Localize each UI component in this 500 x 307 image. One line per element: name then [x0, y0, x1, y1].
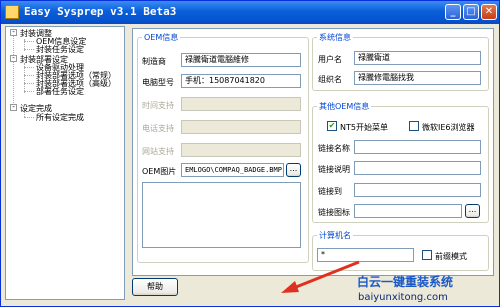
link-description-label: 链接说明 [318, 165, 350, 174]
help-button[interactable]: 帮助 [132, 278, 178, 296]
support-website-label: 网站支持 [142, 147, 174, 156]
username-field[interactable]: 禄騰衛道 [354, 51, 481, 65]
support-phone-field [181, 120, 301, 134]
system-legend: 系统信息 [317, 32, 353, 43]
link-icon-field[interactable] [354, 204, 462, 218]
ie6-browser-label: 微软IE6浏览器 [422, 123, 475, 132]
oem-image-browse-button[interactable]: ... [286, 163, 301, 177]
organization-label: 组织名 [318, 75, 342, 84]
manufacturer-label: 制造商 [142, 57, 166, 66]
support-website-field [181, 143, 301, 157]
model-field[interactable]: 手机：15087041820 [181, 74, 301, 88]
tree-item-deploy-tasks[interactable]: 部署任务设定 [36, 87, 84, 96]
main-window: Easy Sysprep v3.1 Beta3 _ □ ✕ - - - 封装调整… [0, 0, 500, 307]
support-phone-label: 电话支持 [142, 124, 174, 133]
link-target-field[interactable] [354, 183, 481, 197]
settings-panel: OEM信息 制造商 禄騰衛道電腦維修 电脑型号 手机：15087041820 时… [132, 28, 494, 276]
link-icon-browse-button[interactable]: ... [465, 204, 480, 218]
tree-item-all-done[interactable]: 所有设定完成 [36, 113, 84, 122]
title-bar[interactable]: Easy Sysprep v3.1 Beta3 _ □ ✕ [1, 1, 499, 24]
ie6-browser-checkbox[interactable] [409, 121, 419, 131]
app-icon [5, 5, 19, 19]
tree-collapse-icon[interactable]: - [10, 104, 17, 111]
tree-collapse-icon[interactable]: - [10, 55, 17, 62]
nt5-start-menu-checkbox[interactable]: ✔ [327, 121, 337, 131]
oem-image-preview [142, 182, 301, 248]
link-icon-label: 链接图标 [318, 208, 350, 217]
support-hours-label: 时间支持 [142, 101, 174, 110]
annotation-arrow-icon [281, 260, 360, 293]
oem-legend: OEM信息 [142, 32, 181, 43]
link-description-field[interactable] [354, 161, 481, 175]
username-label: 用户名 [318, 55, 342, 64]
minimize-button[interactable]: _ [445, 4, 461, 20]
manufacturer-field[interactable]: 禄騰衛道電腦維修 [181, 53, 301, 67]
watermark-title: 白云一键重装系统 [357, 275, 454, 289]
oem-image-path-field[interactable]: EMLOGO\COMPAQ_BADGE.BMP [181, 163, 284, 177]
close-button[interactable]: ✕ [481, 4, 497, 20]
support-hours-field [181, 97, 301, 111]
maximize-button[interactable]: □ [463, 4, 479, 20]
prefix-mode-checkbox[interactable] [422, 250, 432, 260]
link-name-label: 链接名称 [318, 144, 350, 153]
tree-item-package-tasks[interactable]: 封装任务设定 [36, 45, 84, 54]
window-title: Easy Sysprep v3.1 Beta3 [24, 5, 177, 18]
computer-name-legend: 计算机名 [317, 230, 353, 241]
prefix-mode-label: 前缀模式 [435, 252, 467, 261]
oem-image-label: OEM图片 [142, 167, 177, 176]
link-target-label: 链接到 [318, 187, 342, 196]
navigation-tree: - - - 封装调整 OEM信息设定 封装任务设定 封装部署设定 设备驱动处理 … [5, 26, 125, 300]
watermark-url: baiyunxitong.com [358, 292, 448, 303]
tree-item-finish[interactable]: 设定完成 [20, 104, 52, 113]
tree-collapse-icon[interactable]: - [10, 29, 17, 36]
nt5-start-menu-label: NT5开始菜单 [340, 123, 388, 132]
other-oem-legend: 其他OEM信息 [317, 101, 372, 112]
model-label: 电脑型号 [142, 78, 174, 87]
organization-field[interactable]: 禄騰修電腦找我 [354, 71, 481, 85]
link-name-field[interactable] [354, 140, 481, 154]
